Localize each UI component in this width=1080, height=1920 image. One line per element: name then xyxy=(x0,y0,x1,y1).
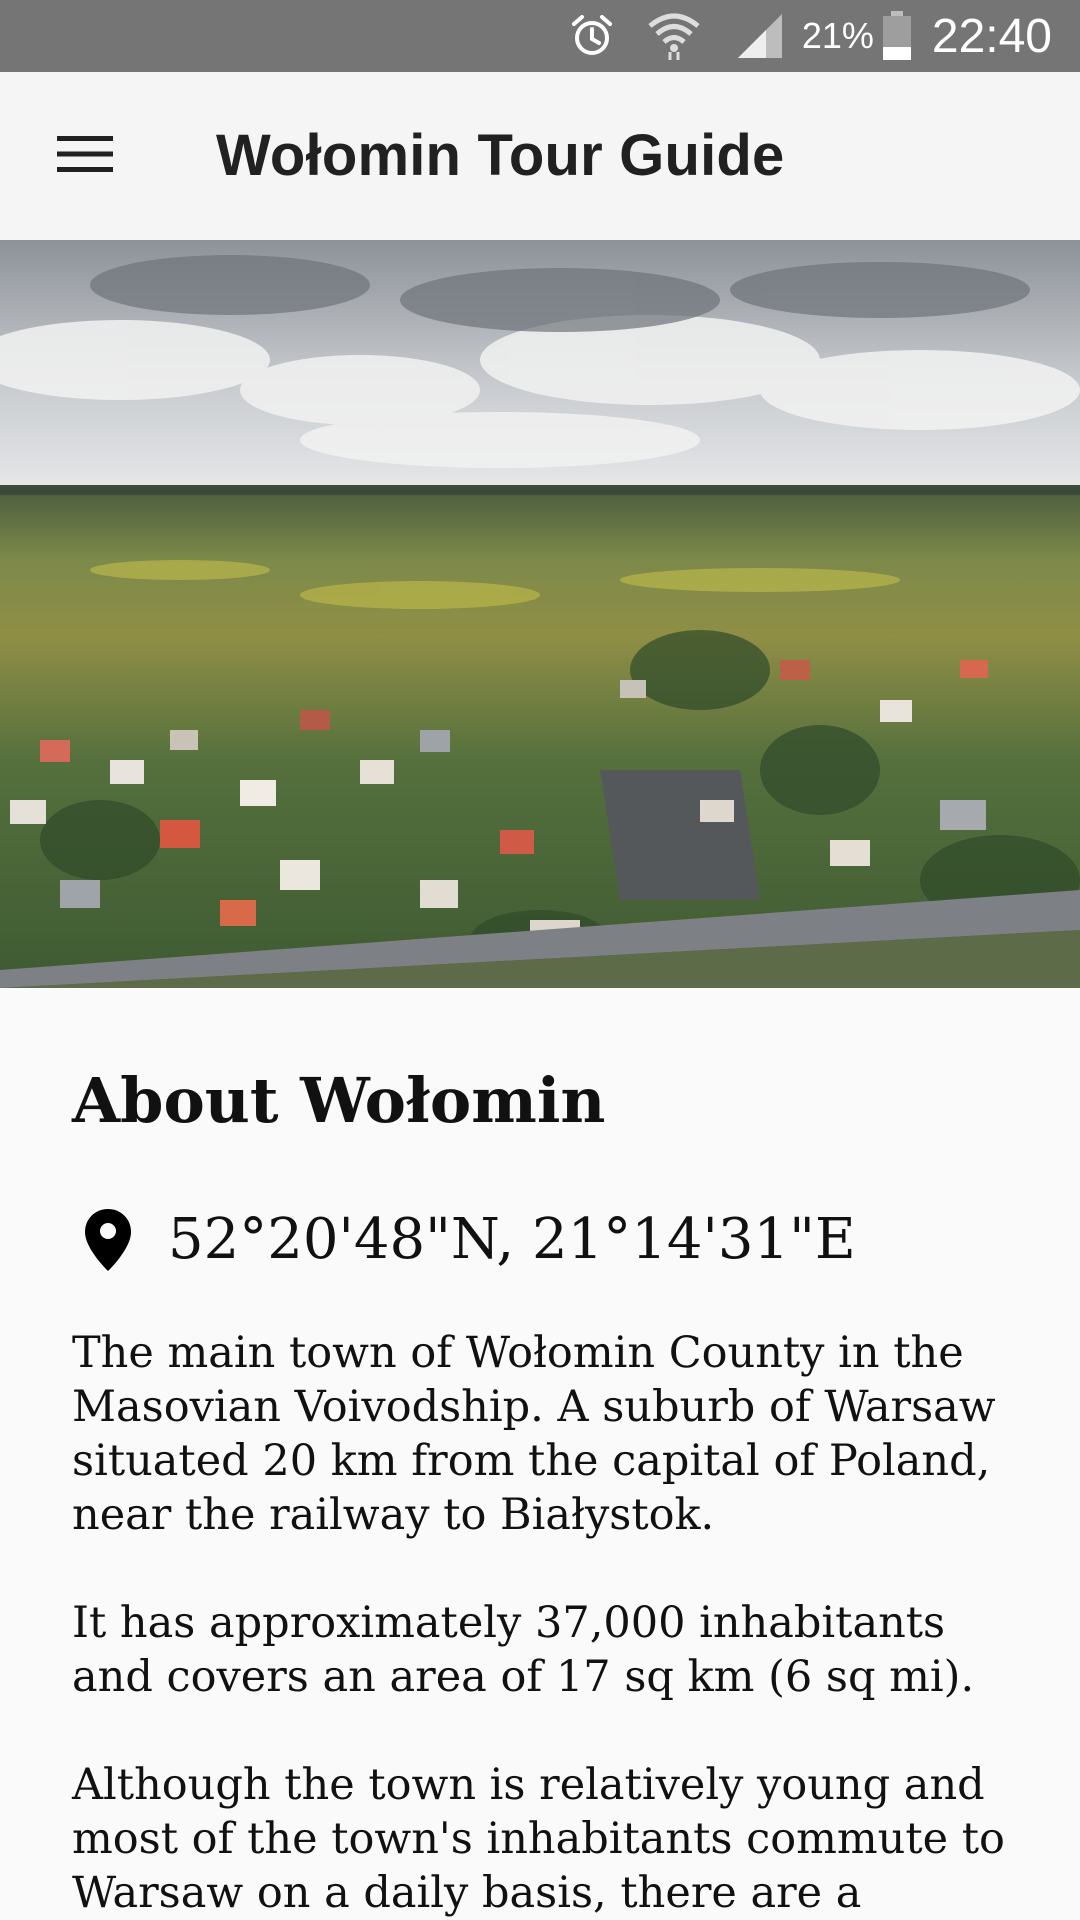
about-title: About Wołomin xyxy=(72,1064,606,1137)
battery-icon xyxy=(882,11,912,61)
about-section: About Wołomin 52°20'48"N, 21°14'31"E The… xyxy=(72,988,1032,1920)
app-bar: Wołomin Tour Guide xyxy=(0,72,1080,240)
status-bar: 21% 22:40 xyxy=(0,0,1080,72)
battery-percent: 21% xyxy=(801,15,874,56)
about-paragraph-2: It has approximately 37,000 inhabitants … xyxy=(72,1598,975,1702)
wifi-icon xyxy=(646,10,702,62)
app-title: Wołomin Tour Guide xyxy=(216,123,785,188)
signal-icon xyxy=(736,12,784,60)
map-pin-icon xyxy=(72,1209,144,1271)
hero-image xyxy=(0,240,1080,988)
status-time: 22:40 xyxy=(931,9,1052,63)
coordinates-text: 52°20'48"N, 21°14'31"E xyxy=(168,1207,856,1272)
about-paragraph-3: Although the town is relatively young an… xyxy=(72,1760,1005,1918)
alarm-icon xyxy=(568,12,616,60)
hamburger-menu-button[interactable] xyxy=(40,120,130,192)
about-paragraph-1: The main town of Wołomin County in the M… xyxy=(72,1328,996,1540)
coordinates-row: 52°20'48"N, 21°14'31"E xyxy=(72,1204,1032,1276)
hamburger-menu-icon xyxy=(57,134,113,179)
